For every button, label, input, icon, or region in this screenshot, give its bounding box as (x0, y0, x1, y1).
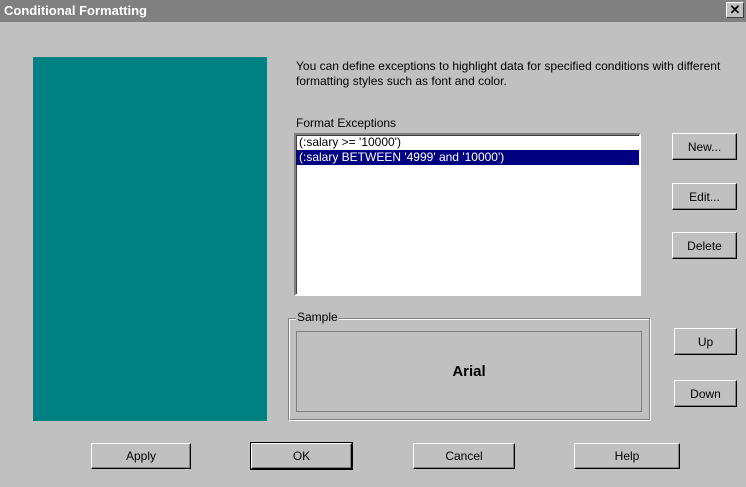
up-button[interactable]: Up (674, 328, 737, 355)
list-item-selected[interactable]: (:salary BETWEEN '4999' and '10000') (296, 150, 639, 165)
list-item[interactable]: (:salary >= '10000') (296, 135, 639, 150)
edit-button[interactable]: Edit... (672, 183, 737, 210)
title-bar: Conditional Formatting ✕ (0, 0, 746, 22)
apply-button[interactable]: Apply (91, 443, 191, 469)
format-exceptions-label: Format Exceptions (296, 116, 397, 130)
sample-preview: Arial (296, 331, 642, 412)
new-button[interactable]: New... (672, 133, 737, 160)
delete-button[interactable]: Delete (672, 232, 737, 259)
close-icon: ✕ (729, 2, 741, 17)
format-exceptions-list[interactable]: (:salary >= '10000') (:salary BETWEEN '4… (294, 133, 641, 296)
cancel-button[interactable]: Cancel (413, 443, 515, 469)
close-button[interactable]: ✕ (726, 2, 744, 18)
window-title: Conditional Formatting (4, 3, 147, 18)
help-button[interactable]: Help (574, 443, 680, 469)
description-text: You can define exceptions to highlight d… (296, 59, 721, 88)
format-preview-panel (33, 57, 267, 421)
sample-text: Arial (452, 363, 486, 380)
down-button[interactable]: Down (674, 380, 737, 407)
ok-button[interactable]: OK (250, 442, 353, 470)
sample-label: Sample (296, 310, 339, 324)
